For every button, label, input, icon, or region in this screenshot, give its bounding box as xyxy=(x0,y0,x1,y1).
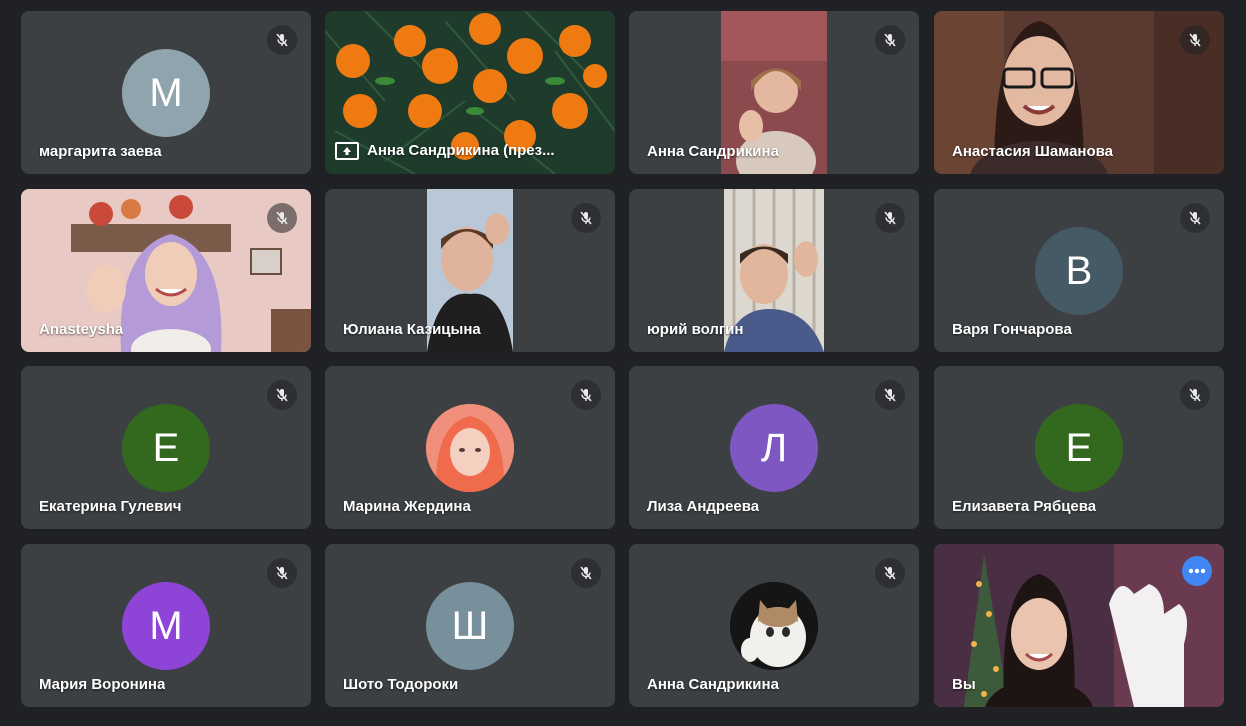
avatar-photo xyxy=(730,582,818,670)
participant-tile[interactable]: Л Лиза Андреева xyxy=(629,366,919,529)
avatar: В xyxy=(1035,227,1123,315)
participant-grid: М маргарита заева Анна Сандрикина (през.… xyxy=(0,0,1246,726)
mic-off-icon xyxy=(1180,25,1210,55)
participant-name: Анна Сандрикина xyxy=(647,676,779,693)
present-screen-icon xyxy=(335,142,359,160)
mic-off-icon xyxy=(267,25,297,55)
participant-tile[interactable]: М Мария Воронина xyxy=(21,544,311,707)
participant-tile[interactable]: Анастасия Шаманова xyxy=(934,11,1224,174)
mic-off-icon xyxy=(571,203,601,233)
participant-tile[interactable]: В Варя Гончарова xyxy=(934,189,1224,352)
mic-off-icon xyxy=(875,380,905,410)
participant-name: Анастасия Шаманова xyxy=(952,143,1113,160)
participant-name: Елизавета Рябцева xyxy=(952,498,1097,515)
mic-off-icon xyxy=(875,25,905,55)
self-view-tile[interactable]: Вы xyxy=(934,544,1224,707)
participant-name: Лиза Андреева xyxy=(647,498,760,515)
mic-off-icon xyxy=(1180,380,1210,410)
avatar-photo xyxy=(426,404,514,492)
participant-name: Анна Сандрикина xyxy=(647,143,779,160)
mic-off-icon xyxy=(267,558,297,588)
participant-name: Вы xyxy=(952,676,976,693)
participant-name: юрий волгин xyxy=(647,321,744,338)
participant-name: Варя Гончарова xyxy=(952,321,1072,338)
participant-name: Марина Жердина xyxy=(343,498,471,515)
participant-tile[interactable]: Anasteysha xyxy=(21,189,311,352)
avatar: М xyxy=(122,49,210,137)
mic-off-icon xyxy=(267,203,297,233)
participant-tile-presenting[interactable]: Анна Сандрикина (през... xyxy=(325,11,615,174)
participant-tile[interactable]: Анна Сандрикина xyxy=(629,544,919,707)
participant-name: Шото Тодороки xyxy=(343,676,459,693)
participant-name: Екатерина Гулевич xyxy=(39,498,182,515)
participant-name: Юлиана Казицына xyxy=(343,321,481,338)
avatar: Ш xyxy=(426,582,514,670)
participant-tile[interactable]: Марина Жердина xyxy=(325,366,615,529)
participant-name: Анна Сандрикина (през... xyxy=(335,142,555,160)
avatar: Л xyxy=(730,404,818,492)
avatar: Е xyxy=(122,404,210,492)
mic-off-icon xyxy=(1180,203,1210,233)
participant-tile[interactable]: юрий волгин xyxy=(629,189,919,352)
participant-tile[interactable]: Е Екатерина Гулевич xyxy=(21,366,311,529)
mic-off-icon xyxy=(267,380,297,410)
mic-off-icon xyxy=(875,558,905,588)
participant-tile[interactable]: Е Елизавета Рябцева xyxy=(934,366,1224,529)
participant-tile[interactable]: Анна Сандрикина xyxy=(629,11,919,174)
more-options-icon[interactable] xyxy=(1182,556,1212,586)
video-feed xyxy=(934,544,1224,707)
participant-name: Anasteysha xyxy=(39,321,124,338)
participant-name: Мария Воронина xyxy=(39,676,166,693)
participant-tile[interactable]: Ш Шото Тодороки xyxy=(325,544,615,707)
participant-name: маргарита заева xyxy=(39,143,162,160)
avatar: Е xyxy=(1035,404,1123,492)
mic-off-icon xyxy=(571,558,601,588)
participant-tile[interactable]: М маргарита заева xyxy=(21,11,311,174)
participant-tile[interactable]: Юлиана Казицына xyxy=(325,189,615,352)
avatar: М xyxy=(122,582,210,670)
mic-off-icon xyxy=(571,380,601,410)
mic-off-icon xyxy=(875,203,905,233)
